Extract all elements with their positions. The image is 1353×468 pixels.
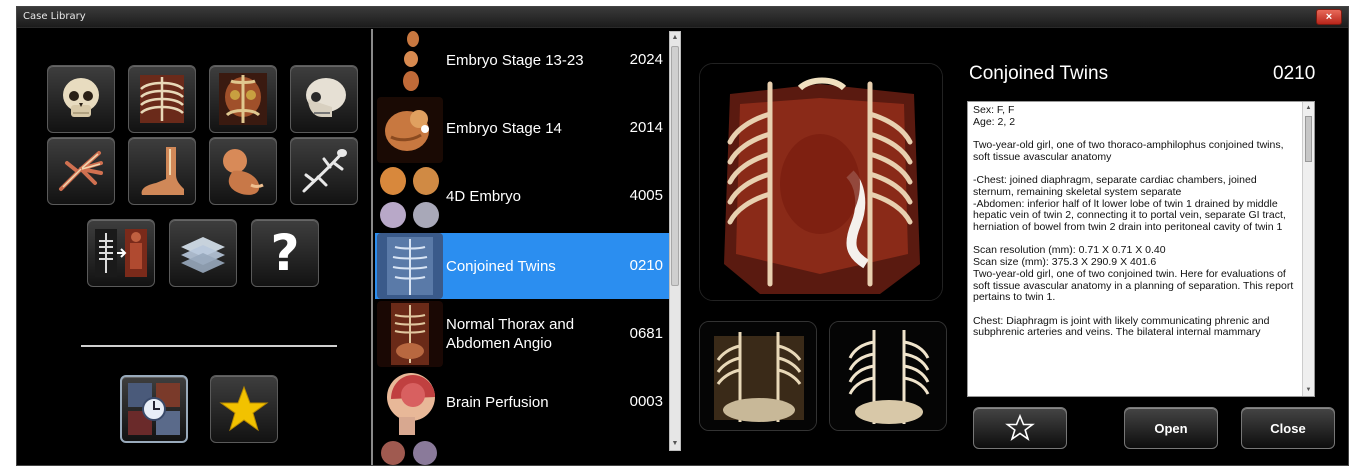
- case-name: Normal Thorax and Abdomen Angio: [446, 316, 575, 352]
- window-close-button[interactable]: ×: [1316, 9, 1342, 25]
- case-library-window: Case Library × ? Embryo Stage 13-23 2024…: [16, 6, 1349, 466]
- scroll-up-icon[interactable]: ▲: [670, 32, 680, 44]
- case-name: Embryo Stage 14: [446, 120, 562, 137]
- case-thumbnail: [377, 165, 443, 231]
- preview-thumbnail-back[interactable]: [829, 321, 947, 431]
- list-item[interactable]: 4D Embryo 4005: [375, 165, 669, 231]
- case-id: 2014: [629, 119, 663, 136]
- skull-icon[interactable]: [47, 65, 115, 133]
- description-scrollbar[interactable]: ▲ ▼: [1302, 102, 1314, 396]
- case-list[interactable]: Embryo Stage 13-23 2024 Embryo Stage 14 …: [375, 29, 669, 465]
- case-id: 4005: [629, 187, 663, 204]
- case-thumbnail: [377, 369, 443, 435]
- description-text: Sex: F, F Age: 2, 2 Two-year-old girl, o…: [973, 104, 1294, 339]
- case-name: Conjoined Twins: [446, 258, 556, 275]
- case-id-label: 0210: [1273, 63, 1316, 84]
- layers-icon[interactable]: [169, 219, 237, 287]
- case-list-scrollbar[interactable]: ▲ ▼: [669, 31, 681, 451]
- list-item[interactable]: [375, 437, 669, 465]
- category-panel: ?: [23, 29, 369, 465]
- panel-divider: [81, 345, 337, 347]
- list-item-selected[interactable]: Conjoined Twins 0210: [375, 233, 669, 299]
- case-description[interactable]: Sex: F, F Age: 2, 2 Two-year-old girl, o…: [967, 101, 1315, 397]
- preview-thumbnail-front[interactable]: [699, 321, 817, 431]
- case-id: 0003: [629, 393, 663, 410]
- main-preview-image: [699, 63, 943, 301]
- window-content: ? Embryo Stage 13-23 2024 Embryo Stage 1…: [23, 29, 1343, 465]
- lizard-icon[interactable]: [290, 137, 358, 205]
- scroll-down-icon[interactable]: ▼: [670, 438, 680, 450]
- fetus-icon[interactable]: [209, 137, 277, 205]
- list-item[interactable]: Embryo Stage 14 2014: [375, 97, 669, 163]
- case-thumbnail: [377, 301, 443, 367]
- open-button[interactable]: Open: [1124, 407, 1218, 449]
- case-thumbnail: [377, 233, 443, 299]
- case-name: Brain Perfusion: [446, 394, 549, 411]
- star-outline-icon: [1005, 413, 1035, 441]
- scroll-thumb[interactable]: [671, 46, 679, 286]
- compare-icon[interactable]: [87, 219, 155, 287]
- case-id: 2024: [629, 51, 663, 68]
- list-item[interactable]: Normal Thorax and Abdomen Angio 0681: [375, 301, 669, 367]
- case-thumbnail: [377, 437, 443, 465]
- list-item[interactable]: Brain Perfusion 0003: [375, 369, 669, 435]
- help-glyph: ?: [270, 224, 300, 282]
- case-thumbnail: [377, 29, 443, 95]
- help-icon[interactable]: ?: [251, 219, 319, 287]
- abdomen-icon[interactable]: [209, 65, 277, 133]
- window-title: Case Library: [23, 11, 86, 22]
- favorites-star-icon[interactable]: [210, 375, 278, 443]
- hand-icon[interactable]: [47, 137, 115, 205]
- list-item[interactable]: Embryo Stage 13-23 2024: [375, 29, 669, 95]
- scroll-down-icon[interactable]: ▼: [1304, 385, 1313, 395]
- recent-icon[interactable]: [120, 375, 188, 443]
- scroll-thumb[interactable]: [1305, 116, 1312, 162]
- panel-separator: [371, 29, 373, 465]
- scroll-up-icon[interactable]: ▲: [1304, 103, 1313, 113]
- add-favorite-button[interactable]: [973, 407, 1067, 449]
- case-title: Conjoined Twins: [969, 63, 1109, 84]
- case-id: 0681: [629, 325, 663, 342]
- chest-icon[interactable]: [128, 65, 196, 133]
- case-name: Embryo Stage 13-23: [446, 52, 584, 69]
- skull-side-icon[interactable]: [290, 65, 358, 133]
- case-name: 4D Embryo: [446, 188, 522, 205]
- title-bar[interactable]: Case Library ×: [17, 7, 1348, 28]
- case-id: 0210: [629, 257, 663, 274]
- close-button[interactable]: Close: [1241, 407, 1335, 449]
- case-thumbnail: [377, 97, 443, 163]
- foot-icon[interactable]: [128, 137, 196, 205]
